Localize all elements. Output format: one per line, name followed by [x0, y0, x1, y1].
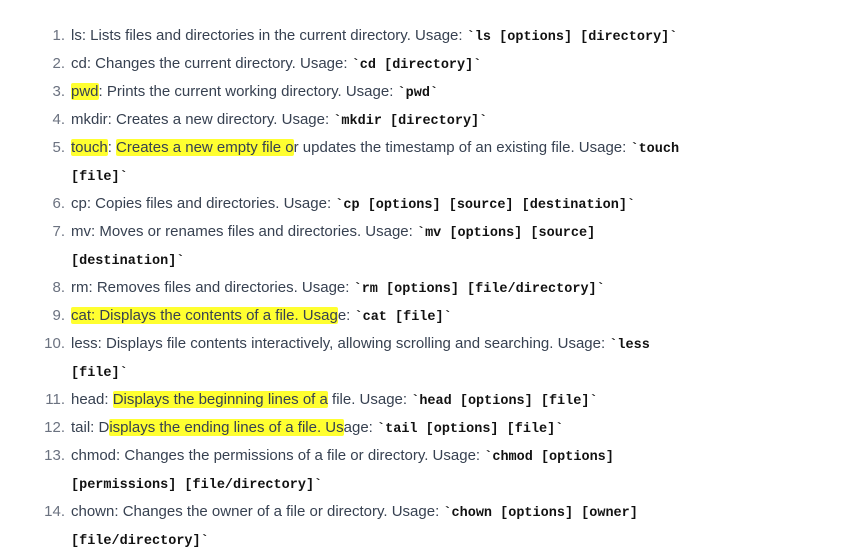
- highlighted-text: isplays the ending lines of a file. Us: [109, 419, 344, 436]
- list-item: 2. cd: Changes the current directory. Usa…: [0, 50, 846, 78]
- list-item-text: [file]`: [71, 358, 128, 388]
- list-item: 14. chown: Changes the owner of a file or…: [0, 498, 846, 526]
- list-item-number: 1.: [52, 27, 65, 44]
- inline-code: [file]`: [71, 366, 128, 381]
- highlighted-text: Creates a new empty file o: [116, 139, 294, 156]
- text-segment: head:: [71, 391, 113, 408]
- list-item-text: touch: Creates a new empty file or updat…: [71, 134, 679, 164]
- text-segment: chmod: Changes the permissions of a file…: [71, 447, 485, 464]
- list-item-number: 9.: [52, 307, 65, 324]
- list-item-number: 11.: [45, 391, 65, 408]
- list-item-continuation: [destination]`: [0, 246, 846, 274]
- list-item: 7. mv: Moves or renames files and directo…: [0, 218, 846, 246]
- list-item-text: less: Displays file contents interactive…: [71, 330, 650, 360]
- text-segment: less: Displays file contents interactive…: [71, 335, 610, 352]
- list-item: 13. chmod: Changes the permissions of a f…: [0, 442, 846, 470]
- list-item-number: 5.: [52, 139, 65, 156]
- list-item-text: mv: Moves or renames files and directori…: [71, 218, 595, 248]
- highlighted-text: cat: Displays the contents of a file. Us…: [71, 307, 338, 324]
- list-item-text: chown: Changes the owner of a file or di…: [71, 498, 638, 528]
- text-segment: mv: Moves or renames files and directori…: [71, 223, 417, 240]
- list-item-number: 8.: [52, 279, 65, 296]
- inline-code: `mv [options] [source]: [416, 226, 596, 241]
- list-item-text: pwd: Prints the current working director…: [71, 78, 438, 108]
- list-item: 9. cat: Displays the contents of a file. …: [0, 302, 846, 330]
- inline-code: `touch: [630, 142, 680, 157]
- list-item-continuation: [file]`: [0, 162, 846, 190]
- list-item: 3. pwd: Prints the current working direct…: [0, 78, 846, 106]
- highlighted-text: pwd: [71, 83, 99, 100]
- text-segment: ls: Lists files and directories in the c…: [71, 27, 467, 44]
- list-item-number: 6.: [52, 195, 65, 212]
- text-segment: mkdir: Creates a new directory. Usage:: [71, 111, 334, 128]
- list-item-text: cp: Copies files and directories. Usage:…: [71, 190, 635, 220]
- text-segment: file. Usage:: [327, 391, 412, 408]
- list-item-text: [permissions] [file/directory]`: [71, 470, 322, 500]
- list-item-text: cd: Changes the current directory. Usage…: [71, 50, 481, 80]
- text-segment: cd: Changes the current directory. Usage…: [71, 55, 352, 72]
- inline-code: `head [options] [file]`: [411, 394, 598, 409]
- list-item-text: ls: Lists files and directories in the c…: [71, 22, 677, 52]
- inline-code: `cp [options] [source] [destination]`: [335, 198, 636, 213]
- inline-code: `chown [options] [owner]: [443, 506, 638, 521]
- list-item: 5. touch: Creates a new empty file or upd…: [0, 134, 846, 162]
- list-item-number: 3.: [52, 83, 65, 100]
- text-segment: r updates the timestamp of an existing f…: [293, 139, 631, 156]
- list-item-text: cat: Displays the contents of a file. Us…: [71, 302, 452, 332]
- list-item-number: 7.: [52, 223, 65, 240]
- text-segment: chown: Changes the owner of a file or di…: [71, 503, 444, 520]
- inline-code: [file/directory]`: [71, 534, 209, 549]
- list-item-text: mkdir: Creates a new directory. Usage: `…: [71, 106, 487, 136]
- text-segment: :: [107, 139, 117, 156]
- text-segment: : Prints the current working directory. …: [98, 83, 398, 100]
- inline-code: `chmod [options]: [484, 450, 614, 465]
- list-item: 11. head: Displays the beginning lines of…: [0, 386, 846, 414]
- list-item-text: head: Displays the beginning lines of a …: [71, 386, 598, 416]
- list-item-text: [file/directory]`: [71, 526, 209, 556]
- list-item-number: 14.: [44, 503, 65, 520]
- text-segment: e:: [337, 307, 355, 324]
- text-segment: cp: Copies files and directories. Usage:: [71, 195, 336, 212]
- inline-code: [file]`: [71, 170, 128, 185]
- list-item: 6. cp: Copies files and directories. Usag…: [0, 190, 846, 218]
- text-segment: age:: [343, 419, 378, 436]
- command-list: 1. ls: Lists files and directories in the…: [0, 22, 846, 554]
- inline-code: `less: [609, 338, 650, 353]
- text-segment: rm: Removes files and directories. Usage…: [71, 279, 354, 296]
- inline-code: `cd [directory]`: [351, 58, 482, 73]
- list-item-text: [destination]`: [71, 246, 184, 276]
- inline-code: [permissions] [file/directory]`: [71, 478, 323, 493]
- list-item: 1. ls: Lists files and directories in the…: [0, 22, 846, 50]
- list-item-continuation: [permissions] [file/directory]`: [0, 470, 846, 498]
- list-item-number: 10.: [44, 335, 65, 352]
- inline-code: `tail [options] [file]`: [377, 422, 564, 437]
- inline-code: `rm [options] [file/directory]`: [353, 282, 605, 297]
- inline-code: `ls [options] [directory]`: [466, 30, 678, 45]
- highlighted-text: touch: [71, 139, 108, 156]
- list-item-number: 2.: [52, 55, 65, 72]
- list-item-text: tail: Displays the ending lines of a fil…: [71, 414, 563, 444]
- list-item-continuation: [file]`: [0, 358, 846, 386]
- inline-code: `pwd`: [397, 86, 439, 101]
- list-item-number: 12.: [44, 419, 65, 436]
- list-item-text: chmod: Changes the permissions of a file…: [71, 442, 614, 472]
- list-item-text: rm: Removes files and directories. Usage…: [71, 274, 605, 304]
- list-item-number: 4.: [52, 111, 65, 128]
- list-item: 10. less: Displays file contents interact…: [0, 330, 846, 358]
- inline-code: `mkdir [directory]`: [333, 114, 488, 129]
- inline-code: [destination]`: [71, 254, 185, 269]
- text-segment: tail: D: [71, 419, 110, 436]
- highlighted-text: Displays the beginning lines of a: [112, 391, 328, 408]
- list-item: 12. tail: Displays the ending lines of a …: [0, 414, 846, 442]
- list-item-continuation: [file/directory]`: [0, 526, 846, 554]
- inline-code: `cat [file]`: [354, 310, 452, 325]
- list-item-number: 13.: [44, 447, 65, 464]
- list-item: 4. mkdir: Creates a new directory. Usage:…: [0, 106, 846, 134]
- list-item-text: [file]`: [71, 162, 128, 192]
- list-item: 8. rm: Removes files and directories. Usa…: [0, 274, 846, 302]
